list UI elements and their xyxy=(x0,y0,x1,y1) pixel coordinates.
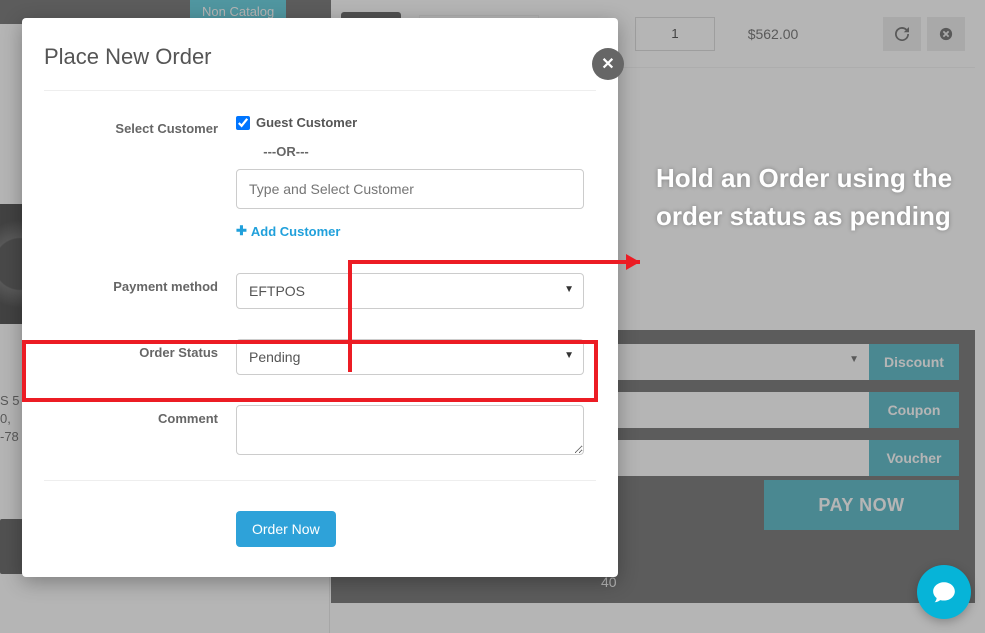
add-customer-text: Add Customer xyxy=(251,224,341,239)
select-customer-label: Select Customer xyxy=(44,115,236,239)
comment-row: Comment xyxy=(22,405,618,458)
guest-customer-text: Guest Customer xyxy=(256,115,357,130)
place-order-modal: Place New Order ✕ Select Customer Guest … xyxy=(22,18,618,577)
select-customer-row: Select Customer Guest Customer ---OR--- … xyxy=(22,115,618,239)
payment-method-select[interactable]: EFTPOS xyxy=(236,273,584,309)
annotation-text: Hold an Order using the order status as … xyxy=(656,160,976,235)
payment-method-label: Payment method xyxy=(44,273,236,309)
order-status-select[interactable]: Pending xyxy=(236,339,584,375)
plus-icon: ✚ xyxy=(236,223,247,239)
modal-header: Place New Order ✕ xyxy=(22,18,618,90)
chat-fab-button[interactable] xyxy=(917,565,971,619)
or-separator: ---OR--- xyxy=(236,144,336,159)
divider xyxy=(44,480,596,481)
close-icon[interactable]: ✕ xyxy=(592,48,624,80)
payment-method-select-wrap: EFTPOS xyxy=(236,273,584,309)
guest-customer-checkbox[interactable] xyxy=(236,116,250,130)
order-status-row: Order Status Pending xyxy=(22,339,618,375)
order-now-button[interactable]: Order Now xyxy=(236,511,336,547)
add-customer-link[interactable]: ✚ Add Customer xyxy=(236,223,340,239)
guest-customer-checkbox-label[interactable]: Guest Customer xyxy=(236,115,584,130)
chat-icon xyxy=(931,579,957,605)
comment-label: Comment xyxy=(44,405,236,458)
payment-method-row: Payment method EFTPOS xyxy=(22,273,618,309)
payment-method-field: EFTPOS xyxy=(236,273,584,309)
customer-search-input[interactable] xyxy=(236,169,584,209)
modal-title: Place New Order xyxy=(44,44,598,70)
comment-field xyxy=(236,405,584,458)
order-status-field: Pending xyxy=(236,339,584,375)
comment-textarea[interactable] xyxy=(236,405,584,455)
order-status-select-wrap: Pending xyxy=(236,339,584,375)
select-customer-field: Guest Customer ---OR--- ✚ Add Customer xyxy=(236,115,584,239)
divider xyxy=(44,90,596,91)
order-status-label: Order Status xyxy=(44,339,236,375)
